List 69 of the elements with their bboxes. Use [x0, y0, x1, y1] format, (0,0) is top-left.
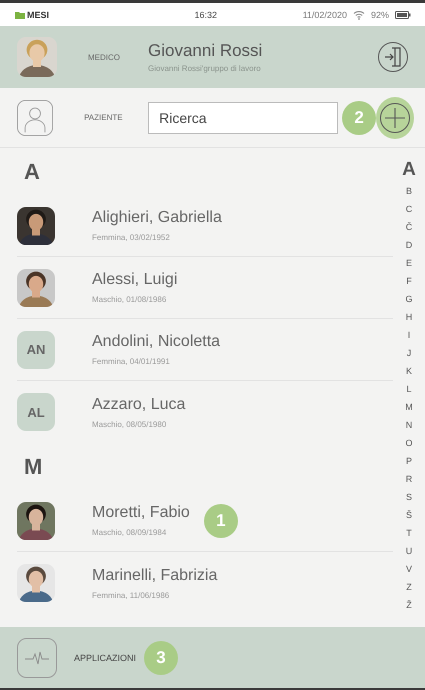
doctor-name: Giovanni Rossi [148, 41, 264, 61]
index-letter[interactable]: Ž [406, 596, 412, 614]
index-letter[interactable]: T [406, 524, 412, 542]
index-letter[interactable]: D [406, 236, 412, 254]
exit-door-icon [384, 47, 402, 67]
initials-avatar: AN [17, 330, 55, 368]
patient-name: Azzaro, Luca [92, 396, 186, 414]
wifi-icon [352, 10, 365, 20]
heartbeat-icon [17, 638, 57, 678]
index-letter[interactable]: N [406, 416, 412, 434]
folder-icon [15, 10, 25, 18]
patient-name: Alessi, Luigi [92, 271, 178, 289]
index-letter[interactable]: Z [406, 578, 412, 596]
step-marker: 3 [144, 640, 178, 674]
applications-label[interactable]: APPLICAZIONI [74, 652, 136, 662]
status-time: 16:32 [194, 10, 218, 20]
patient-row[interactable]: AL Azzaro, Luca Maschio, 08/05/1980 [17, 381, 393, 443]
index-letter[interactable]: J [406, 344, 412, 362]
index-letter[interactable]: G [405, 290, 412, 308]
section-letter: M [23, 452, 44, 480]
patient-name: Andolini, Nicoletta [92, 333, 220, 351]
index-letter[interactable]: K [406, 362, 412, 380]
patient-row[interactable]: AN Andolini, Nicoletta Femmina, 04/01/1991 [17, 319, 393, 381]
index-letter[interactable]: S [406, 488, 412, 506]
plus-icon [380, 102, 410, 132]
person-icon [17, 98, 54, 138]
section-letter: A [23, 158, 41, 186]
index-letter[interactable]: B [406, 182, 412, 200]
index-letter[interactable]: C [406, 200, 412, 218]
carrier-name: MESI [27, 10, 50, 20]
battery-icon [394, 10, 411, 18]
patient-row[interactable]: Marinelli, Fabrizia Femmina, 11/06/1986 [17, 552, 393, 614]
patient-name: Alighieri, Gabriella [92, 209, 222, 227]
index-letter[interactable]: O [405, 434, 412, 452]
step-marker: 1 [204, 504, 238, 538]
index-letter[interactable]: Č [406, 218, 412, 236]
index-letter[interactable]: E [406, 254, 412, 272]
battery-percent: 92% [370, 10, 389, 20]
initials-avatar: AL [17, 393, 55, 431]
patient-name: Marinelli, Fabrizia [92, 566, 218, 584]
step-marker: 2 [342, 100, 376, 134]
index-letter[interactable]: A [402, 158, 416, 182]
index-letter[interactable]: L [406, 380, 412, 398]
patient-details: Maschio, 08/09/1984 [92, 528, 168, 537]
index-letter[interactable]: F [406, 272, 412, 290]
add-button[interactable] [376, 96, 414, 138]
index-letter[interactable]: U [406, 542, 412, 560]
patient-row[interactable]: Moretti, Fabio Maschio, 08/09/1984 1 [17, 490, 393, 552]
patient-details: Maschio, 08/05/1980 [92, 420, 168, 428]
patient-row[interactable]: Alessi, Luigi Maschio, 01/08/1986 [17, 257, 393, 319]
patient-details: Femmina, 03/02/1952 [92, 233, 171, 242]
logout-button[interactable] [378, 42, 408, 72]
patient-name: Moretti, Fabio [92, 504, 190, 522]
patient-details: Femmina, 04/01/1991 [92, 357, 171, 366]
index-letter[interactable]: R [406, 470, 412, 488]
role-label: MEDICO [88, 52, 121, 62]
index-letter[interactable]: M [405, 398, 413, 416]
index-letter[interactable]: Š [406, 506, 412, 524]
work-group: Giovanni Rossi'gruppo di lavoro [148, 64, 378, 73]
index-letter[interactable]: I [408, 326, 410, 344]
index-letter[interactable]: V [406, 560, 412, 578]
patient-details: Femmina, 11/06/1986 [92, 590, 170, 600]
index-letter[interactable]: P [406, 452, 412, 470]
index-letter[interactable]: H [406, 308, 412, 326]
patient-row[interactable]: Alighieri, Gabriella Femmina, 03/02/1952 [17, 195, 393, 257]
status-date: 11/02/2020 [302, 10, 347, 20]
patient-details: Maschio, 01/08/1986 [92, 295, 168, 304]
patient-label: PAZIENTE [84, 113, 124, 122]
search-field[interactable]: Ricerca [148, 102, 338, 134]
